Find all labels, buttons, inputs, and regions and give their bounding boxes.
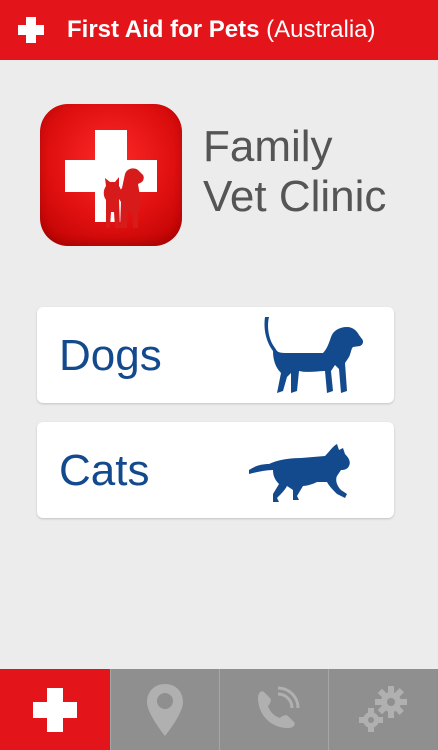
dogs-button[interactable]: Dogs xyxy=(37,307,394,403)
app-header: First Aid for Pets (Australia) xyxy=(0,0,438,60)
cross-with-pets-icon xyxy=(65,130,157,228)
clinic-name-line2: Vet Clinic xyxy=(203,172,387,221)
app-title: First Aid for Pets (Australia) xyxy=(67,15,376,45)
tab-settings[interactable] xyxy=(328,669,437,750)
app-title-main: First Aid for Pets xyxy=(67,16,260,43)
dogs-label: Dogs xyxy=(59,331,162,380)
clinic-logo xyxy=(40,104,182,246)
phone-icon xyxy=(258,686,300,728)
gears-icon xyxy=(359,685,407,732)
tab-locations[interactable] xyxy=(110,669,219,750)
cross-icon xyxy=(33,687,77,732)
cats-button[interactable]: Cats xyxy=(37,422,394,518)
tab-first-aid[interactable] xyxy=(0,669,110,750)
location-pin-icon xyxy=(147,683,183,736)
clinic-name-line1: Family xyxy=(203,122,333,171)
cross-icon xyxy=(18,17,44,43)
cats-label: Cats xyxy=(59,446,150,495)
app-title-region: (Australia) xyxy=(266,16,376,43)
clinic-name: Family Vet Clinic xyxy=(203,122,386,222)
dog-icon xyxy=(264,317,364,393)
tab-call[interactable] xyxy=(219,669,328,750)
bottom-tab-bar xyxy=(0,669,438,750)
cat-icon xyxy=(249,444,350,502)
